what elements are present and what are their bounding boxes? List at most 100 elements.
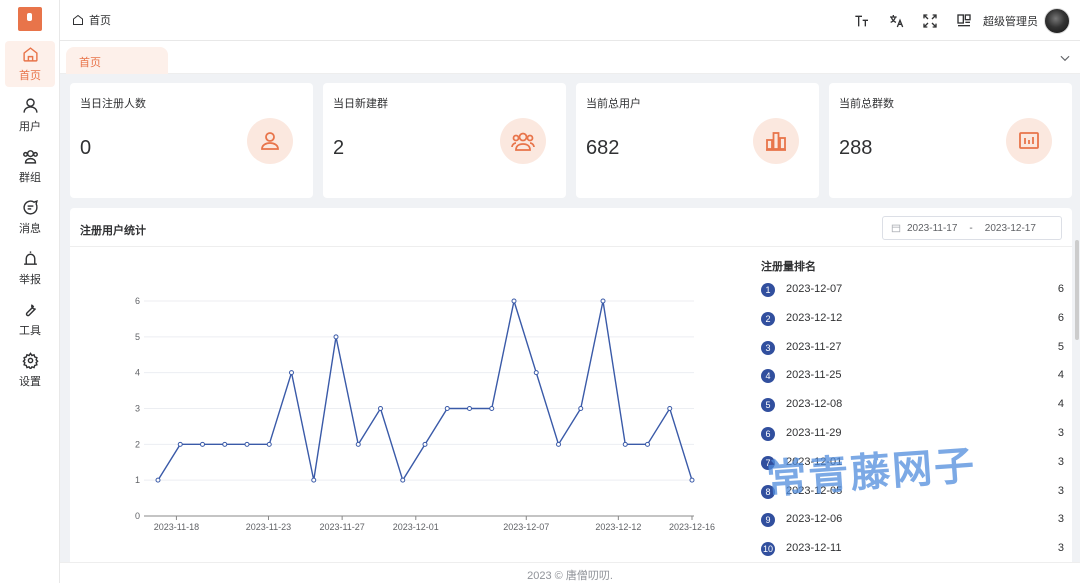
data-point: [400, 477, 406, 483]
rank-badge: 5: [761, 398, 775, 413]
date-end[interactable]: 2023-12-17: [985, 223, 1036, 234]
dashboard-icon: [1006, 118, 1052, 164]
footer: 2023 © 唐僧叨叨.: [60, 562, 1080, 583]
ranking-row: 1 2023-12-07 6: [761, 280, 1064, 300]
data-point: [355, 441, 361, 447]
rank-badge: 9: [761, 513, 775, 528]
date-range-picker[interactable]: 2023-11-17 - 2023-12-17: [882, 216, 1062, 240]
scrollbar[interactable]: [1075, 240, 1079, 340]
breadcrumb-home[interactable]: 首页: [89, 12, 111, 28]
alarm-icon: [23, 250, 37, 265]
data-point: [155, 477, 161, 483]
rank-date: 2023-11-29: [786, 427, 842, 439]
data-point: [622, 441, 628, 447]
rank-badge: 10: [761, 542, 775, 557]
rank-badge: 6: [761, 427, 775, 441]
ranking-row: 2 2023-12-12 6: [761, 309, 1064, 329]
chevron-down-icon[interactable]: [1058, 51, 1072, 65]
series-line: [157, 300, 693, 482]
message-icon: [22, 199, 38, 215]
rank-date: 2023-12-08: [786, 398, 843, 411]
sidebar-item-label: 群组: [19, 171, 41, 184]
sidebar-item-label: 消息: [19, 222, 41, 235]
stat-label: 当日新建群: [333, 98, 388, 110]
sidebar-item-label: 工具: [19, 324, 41, 337]
avatar[interactable]: [1044, 7, 1070, 34]
rank-date: 2023-11-25: [786, 369, 842, 382]
data-point: [378, 406, 383, 411]
layout-button[interactable]: [947, 0, 981, 41]
data-point: [177, 441, 183, 447]
sidebar-item-label: 用户: [19, 120, 41, 133]
y-tick-label: 4: [135, 368, 140, 378]
rank-count: 6: [1057, 311, 1064, 324]
language-button[interactable]: [879, 0, 913, 41]
tab-bar: 首页: [60, 41, 1080, 74]
sidebar-item-messages[interactable]: 消息: [5, 194, 55, 240]
stat-value: 288: [839, 137, 873, 159]
divider: [70, 246, 1072, 247]
sidebar-item-users[interactable]: 用户: [5, 92, 55, 138]
sidebar-item-tools[interactable]: 工具: [5, 296, 55, 342]
sidebar-item-groups[interactable]: 群组: [5, 143, 55, 189]
rank-count: 5: [1057, 340, 1064, 353]
data-point: [422, 441, 428, 447]
stat-value: 2: [333, 137, 345, 159]
stat-value: 0: [80, 137, 92, 159]
ranking-row: 5 2023-12-08 4: [761, 395, 1064, 415]
sidebar: 首页 用户 群组 消息 举报 工具 设置: [0, 0, 60, 583]
rank-count: 6: [1057, 283, 1064, 295]
header-toolbar: 超级管理员: [845, 0, 1080, 41]
date-start[interactable]: 2023-11-17: [907, 223, 957, 234]
data-point: [222, 441, 228, 447]
rank-count: 3: [1057, 455, 1064, 468]
rank-date: 2023-12-11: [786, 542, 842, 555]
ranking-row: 9 2023-12-06 3: [761, 510, 1064, 530]
x-tick-label: 2023-11-27: [319, 522, 364, 532]
username[interactable]: 超级管理员: [983, 13, 1038, 29]
data-point: [200, 441, 205, 447]
x-tick-label: 2023-11-18: [154, 522, 199, 532]
rank-count: 3: [1057, 542, 1064, 555]
data-point: [311, 477, 317, 483]
user-icon: [22, 97, 38, 113]
tab-home[interactable]: 首页: [66, 47, 168, 74]
sidebar-item-settings[interactable]: 设置: [5, 347, 55, 393]
app-logo[interactable]: [18, 7, 42, 31]
rank-count: 3: [1057, 484, 1064, 497]
ranking-row: 4 2023-11-25 4: [761, 366, 1064, 386]
data-point: [333, 334, 339, 340]
stat-label: 当日注册人数: [80, 98, 146, 110]
panel-title: 注册用户统计: [80, 225, 146, 237]
data-point: [244, 441, 250, 447]
y-tick-label: 5: [135, 332, 140, 342]
ranking-title: 注册量排名: [761, 261, 816, 273]
stat-label: 当前总群数: [839, 98, 894, 110]
data-point: [689, 477, 695, 483]
sidebar-item-label: 首页: [19, 69, 41, 82]
gear-icon: [21, 351, 39, 369]
sidebar-item-label: 设置: [19, 375, 41, 388]
data-point: [266, 441, 272, 447]
data-point: [533, 370, 539, 376]
wrench-icon: [25, 303, 36, 316]
rank-badge: 3: [761, 340, 775, 355]
rank-date: 2023-12-06: [786, 513, 843, 526]
data-point: [489, 406, 495, 411]
data-point: [467, 406, 472, 411]
x-tick-label: 2023-12-01: [393, 522, 439, 532]
sidebar-item-reports[interactable]: 举报: [5, 245, 55, 291]
data-point: [556, 441, 561, 447]
x-tick-label: 2023-12-07: [503, 522, 549, 532]
fullscreen-button[interactable]: [913, 0, 947, 41]
data-point: [667, 406, 673, 411]
data-point: [511, 298, 517, 304]
registration-stats-panel: 注册用户统计 2023-11-17 - 2023-12-17 0 1 2 3 4 5 6 20…: [70, 208, 1072, 583]
stat-card-total-groups: 当前总群数 288: [829, 83, 1072, 198]
sidebar-item-home[interactable]: 首页: [5, 41, 55, 87]
font-size-button[interactable]: [845, 0, 879, 41]
rank-count: 4: [1057, 369, 1064, 382]
bar-chart-icon: [753, 118, 799, 164]
stat-card-total-users: 当前总用户 682: [576, 83, 819, 198]
data-point: [444, 406, 450, 411]
